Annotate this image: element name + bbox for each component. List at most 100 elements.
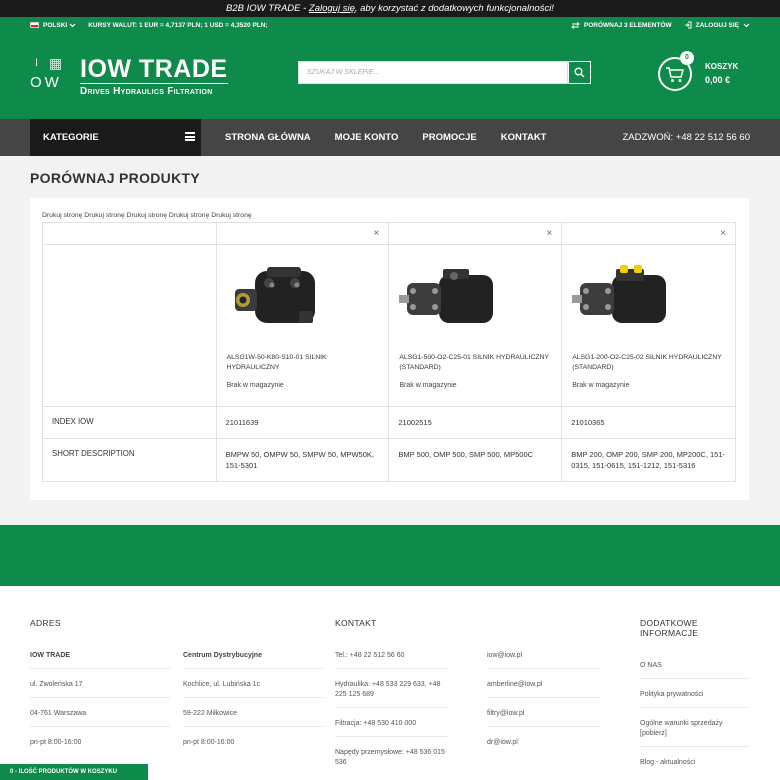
categories-menu[interactable]: KATEGORIE [30,119,201,156]
description-value: BMP 200, OMP 200, SMP 200, MP200C, 151-0… [561,438,736,482]
nav-link-home[interactable]: STRONA GŁÓWNA [225,132,311,143]
chevron-down-icon [69,23,76,27]
stock-status: Brak w magazynie [226,382,284,389]
footer-item: 59-222 Miłkowice [183,705,323,727]
remove-cell: × [561,222,736,245]
nav-link-promotions[interactable]: PROMOCJE [422,132,476,143]
logo-mark-top: I [35,57,39,69]
main-nav: KATEGORIE STRONA GŁÓWNA MOJE KONTO PROMO… [0,119,780,156]
compare-label: PORÓWNAJ 3 ELEMENTÓW [583,21,672,29]
login-menu[interactable]: ZALOGUJ SIĘ [684,21,750,29]
cart-label: KOSZYK [705,62,739,71]
stock-status: Brak w magazynie [572,382,630,389]
logo-title: IOW TRADE [80,55,228,83]
chevron-down-icon [743,23,750,27]
footer-item: IOW TRADE [30,647,170,669]
compare-link[interactable]: PORÓWNAJ 3 ELEMENTÓW [571,22,672,29]
product-cell: ALSG1-500-O2-C25-01 SILNIK HYDRAULICZNY … [388,244,563,407]
footer-info-col: DODATKOWE INFORMACJE O NAS Polityka pryw… [640,618,749,780]
phone-number[interactable]: ZADZWOŃ: +48 22 512 56 60 [622,119,750,156]
hydraulic-motor-image[interactable] [399,261,499,337]
remove-row: × × × [42,222,736,245]
index-value: 21002515 [388,406,563,439]
cart-items-bar[interactable]: 0 - ILOŚĆ PRODUKTÓW W KOSZYKU [0,764,148,780]
footer-email[interactable]: filtry@iow.pl [487,705,599,727]
footer-contact-col1: KONTAKT Tel.: +48 22 512 56 60 Hydraulik… [335,618,447,780]
hydraulic-motor-image[interactable] [227,261,327,337]
footer-phone[interactable]: Filtracja: +48 530 410 000 [335,715,447,737]
search-input[interactable] [298,61,568,84]
product-cell: ALSG1W-50-K80-S10-01 SILNIK HYDRAULICZNY… [215,244,390,407]
footer-info-title: DODATKOWE INFORMACJE [640,618,699,638]
remove-product-button[interactable]: × [546,228,552,239]
language-selector[interactable]: POLSKI [30,22,76,29]
search-button[interactable] [568,61,591,84]
footer: ADRES IOW TRADE ul. Zwoleńska 17 04-761 … [0,586,780,780]
footer-phone[interactable]: Napędy przemysłowe: +48 536 015 536 [335,744,447,775]
nav-link-contact[interactable]: KONTAKT [501,132,547,143]
header: I OW IOW TRADE Drives Hydraulics Filtrat… [0,33,780,119]
logo-mark: I OW [30,57,66,93]
remove-product-button[interactable]: × [720,228,726,239]
footer-link-terms[interactable]: Ogólne warunki sprzedaży [pobierz] [640,715,749,747]
nav-links: STRONA GŁÓWNA MOJE KONTO PROMOCJE KONTAK… [225,119,546,156]
login-link[interactable]: Zaloguj się [309,3,355,14]
footer-address-title: ADRES [30,618,61,628]
index-value: 21011639 [215,406,390,439]
remove-cell: × [215,222,390,245]
product-row: ALSG1W-50-K80-S10-01 SILNIK HYDRAULICZNY… [42,244,736,407]
login-label: ZALOGUJ SIĘ [695,21,739,29]
nav-link-account[interactable]: MOJE KONTO [335,132,399,143]
shopping-cart-icon [666,66,684,82]
cart-widget[interactable]: 0 KOSZYK 0,00 € [658,51,758,93]
footer-link-privacy[interactable]: Polityka prywatności [640,686,749,708]
page-title: PORÓWNAJ PRODUKTY [30,170,200,186]
footer-link-blog[interactable]: Blog - aktualności [640,754,749,775]
footer-item: Centrum Dystrybucyjne [183,647,323,669]
product-name[interactable]: ALSG1-200-O2-C25-02 SILNIK HYDRAULICZNY … [572,353,725,373]
remove-product-button[interactable]: × [374,228,380,239]
empty-cell [42,222,217,245]
footer-phone[interactable]: Tel.: +48 22 512 56 60 [335,647,447,669]
logo-text: IOW TRADE Drives Hydraulics Filtration [80,57,228,97]
main-content: PORÓWNAJ PRODUKTY Drukuj stronę Drukuj s… [0,156,780,525]
poland-flag-icon [30,22,39,28]
footer-email[interactable]: amberline@iow.pl [487,676,599,698]
index-value: 21010365 [561,406,736,439]
green-band [0,525,780,586]
footer-email[interactable]: iow@iow.pl [487,647,599,669]
print-page-links[interactable]: Drukuj stronę Drukuj stronę Drukuj stron… [42,212,252,219]
product-cell: ALSG1-200-O2-C25-02 SILNIK HYDRAULICZNY … [561,244,736,407]
description-value: BMPW 50, OMPW 50, SMPW 50, MPW50K, 151-5… [215,438,390,482]
banner-pre: B2B IOW TRADE - [226,3,309,14]
top-banner: B2B IOW TRADE - Zaloguj się, aby korzyst… [0,0,780,17]
footer-phone[interactable]: Hydraulika: +48 533 229 633, +48 225 125… [335,676,447,708]
footer-email[interactable]: dr@iow.pl [487,734,599,755]
description-value: BMP 500, OMP 500, SMP 500, MP500C [388,438,563,482]
footer-address-col1: ADRES IOW TRADE ul. Zwoleńska 17 04-761 … [30,618,170,762]
search-bar [298,61,591,84]
footer-address-col2: . Centrum Dystrybucyjne Kochlice, ul. Lu… [183,618,323,762]
compare-arrows-icon [571,21,580,29]
logo-subtitle: Drives Hydraulics Filtration [80,83,228,97]
product-name[interactable]: ALSG1-500-O2-C25-01 SILNIK HYDRAULICZNY … [399,353,551,373]
currency-rates: KURSY WALUT: 1 EUR = 4,7137 PLN; 1 USD =… [88,21,268,29]
cart-amount: 0,00 € [705,75,731,85]
hydraulic-motor-image[interactable] [572,261,672,337]
index-label: INDEX IOW [42,406,217,439]
login-icon [684,21,692,29]
footer-item: pn-pt 8:00-16:00 [30,739,82,746]
footer-item: Kochlice, ul. Lubińska 1c [183,676,323,698]
footer-contact-col2: . iow@iow.pl amberline@iow.pl filtry@iow… [487,618,599,762]
hamburger-icon [185,132,195,141]
product-name[interactable]: ALSG1W-50-K80-S10-01 SILNIK HYDRAULICZNY [227,353,379,373]
remove-cell: × [388,222,563,245]
logo-grid-icon [50,59,61,70]
empty-cell [42,244,217,407]
footer-item: 04-761 Warszawa [30,705,170,727]
index-row: INDEX IOW 21011639 21002515 21010365 [42,406,736,439]
search-icon [574,67,585,78]
description-label: SHORT DESCRIPTION [42,438,217,482]
footer-item: ul. Zwoleńska 17 [30,676,170,698]
footer-link-about[interactable]: O NAS [640,657,749,679]
